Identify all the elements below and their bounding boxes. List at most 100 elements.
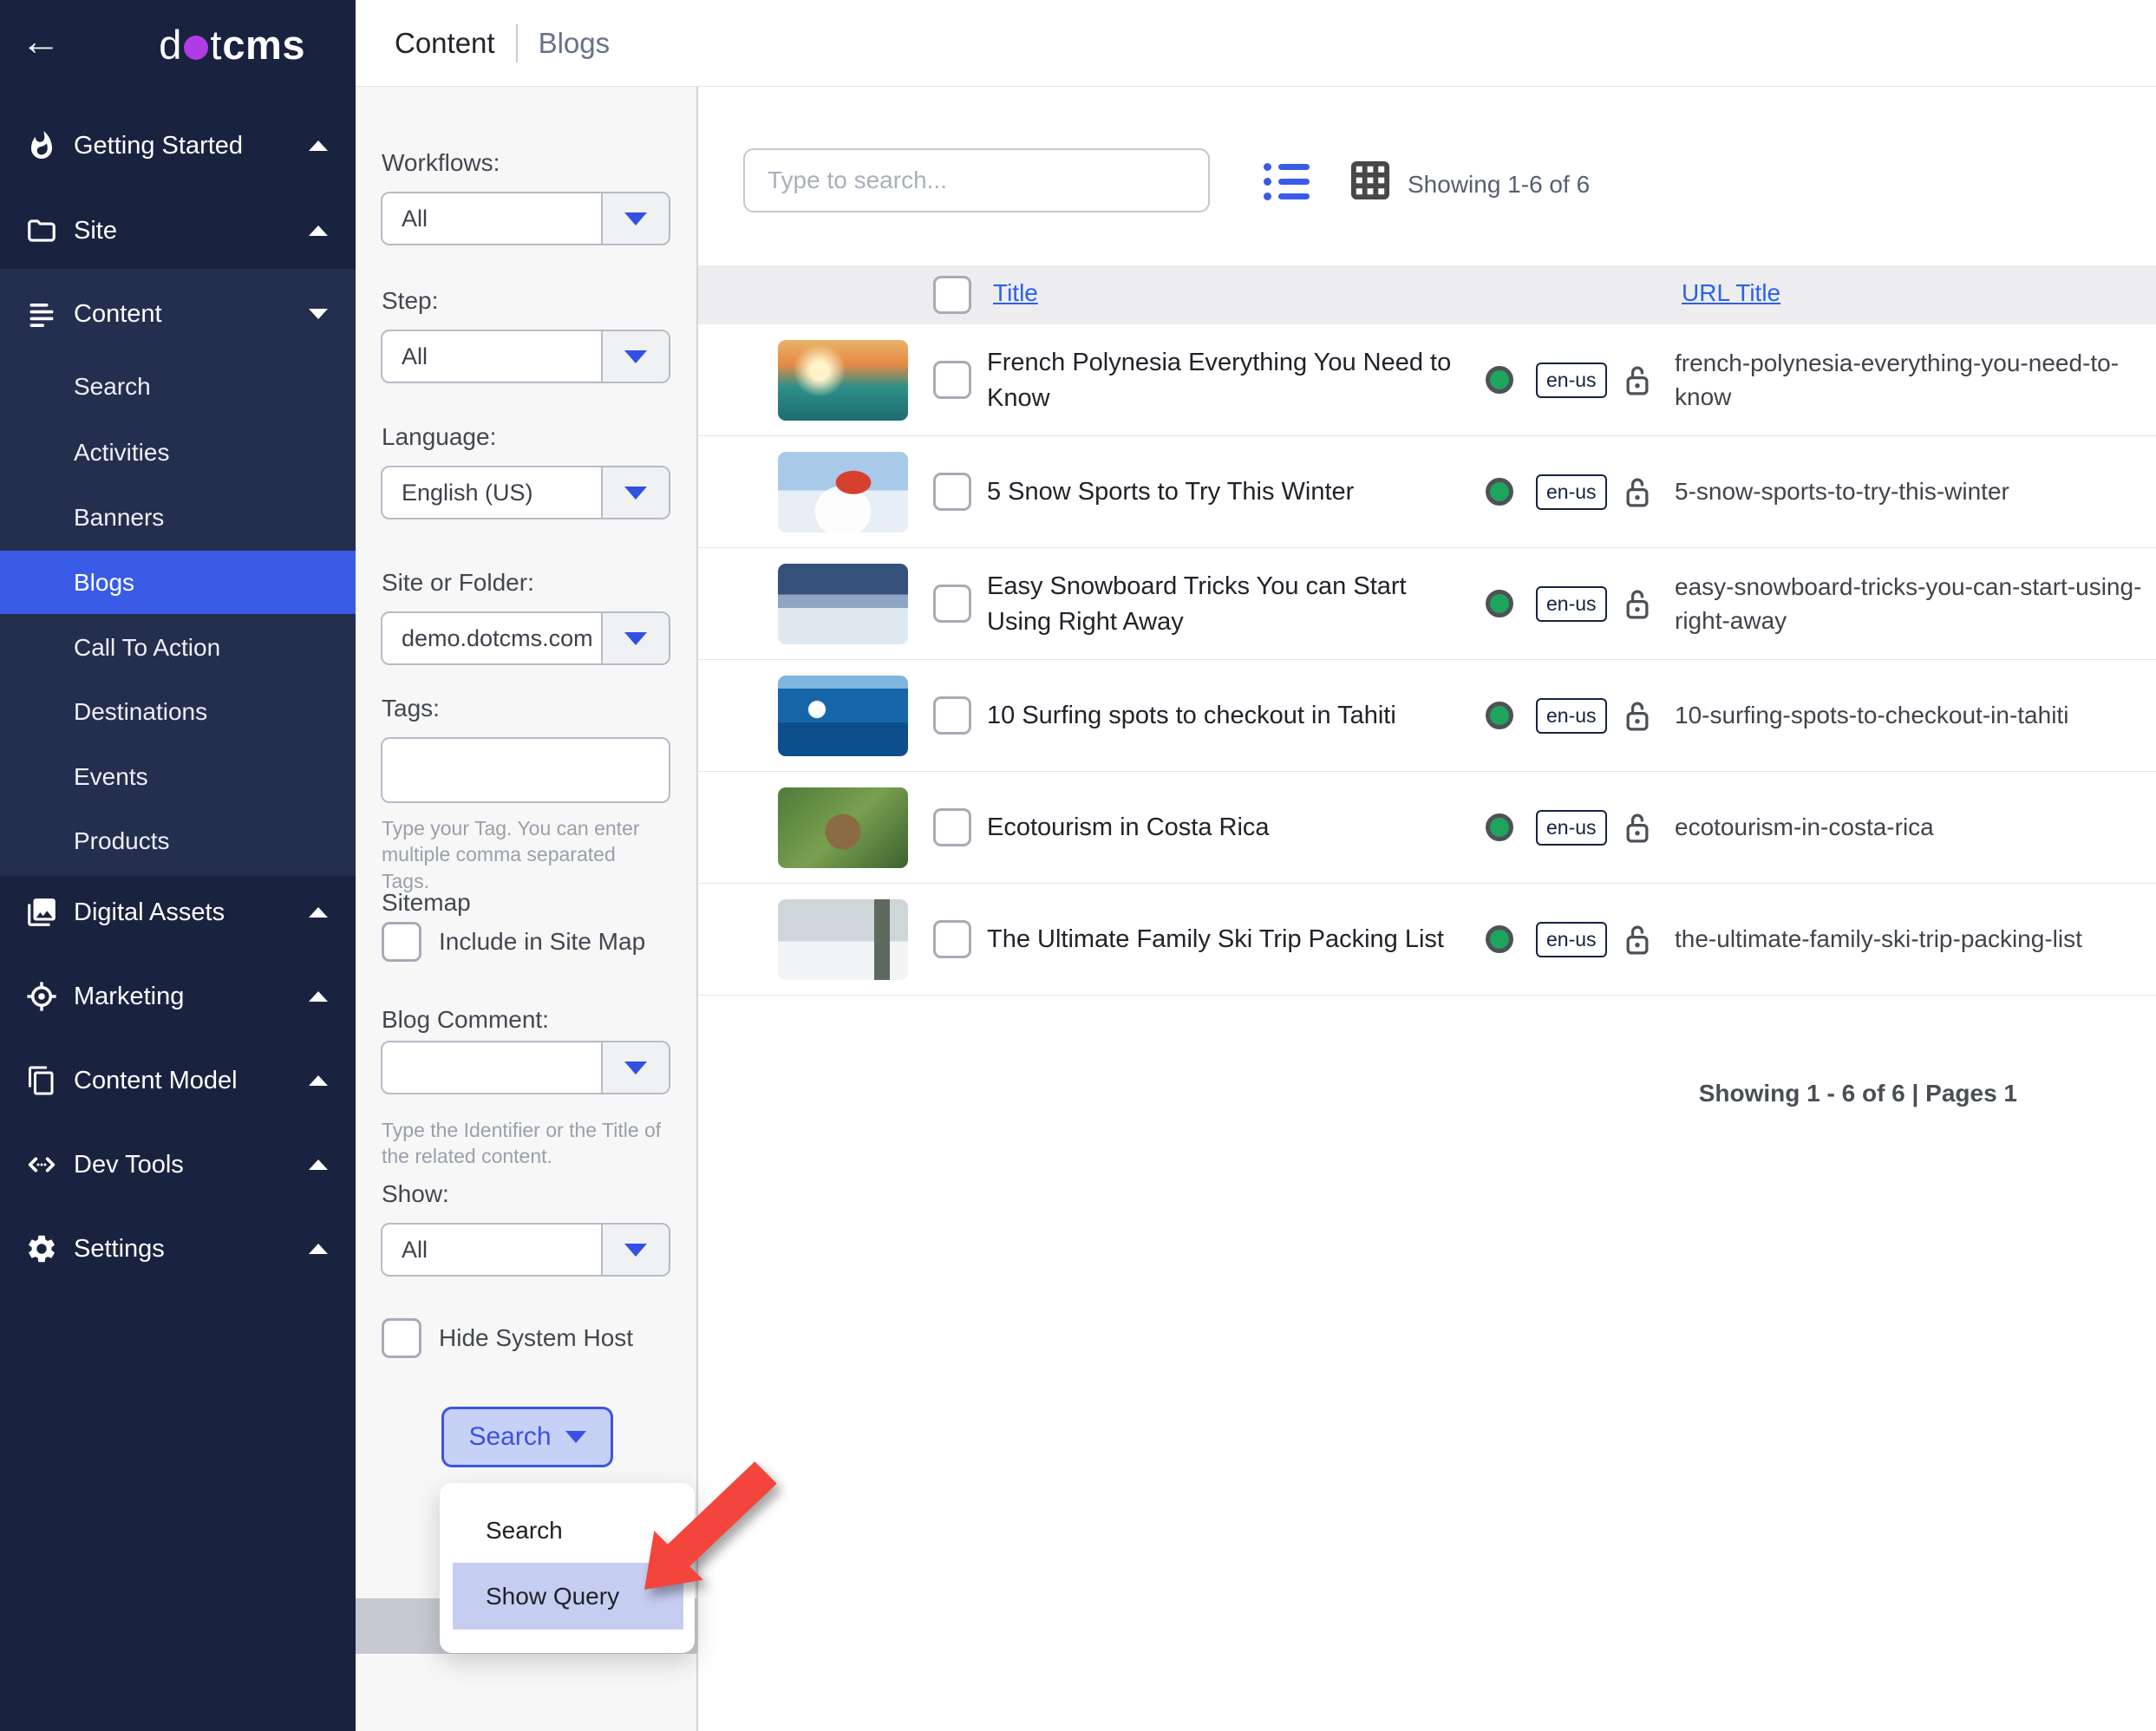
sidebar-item-settings[interactable]: Settings [0, 1224, 356, 1274]
search-input[interactable] [743, 148, 1210, 212]
sidebar-subitem-call-to-action[interactable]: Call To Action [0, 616, 356, 679]
row-checkbox[interactable] [933, 920, 971, 958]
step-select[interactable]: All [381, 330, 670, 383]
unlock-icon [1623, 476, 1652, 513]
row-checkbox[interactable] [933, 808, 971, 846]
table-row[interactable]: 5 Snow Sports to Try This Winter en-us 5… [698, 436, 2156, 548]
language-badge: en-us [1536, 922, 1607, 957]
chevron-up-icon [309, 1244, 328, 1254]
row-checkbox[interactable] [933, 473, 971, 511]
site-or-folder-select[interactable]: demo.dotcms.com [381, 611, 670, 665]
sidebar-subitem-events[interactable]: Events [0, 745, 356, 808]
sidebar-item-label: Content [74, 300, 162, 329]
column-header-url-title[interactable]: URL Title [1682, 279, 1780, 307]
sidebar-item-label: Getting Started [74, 132, 243, 160]
sidebar-item-label: Digital Assets [74, 898, 225, 927]
sidebar-subitem-activities[interactable]: Activities [0, 421, 356, 484]
blog-comment-help-text: Type the Identifier or the Title of the … [382, 1117, 668, 1170]
content-section: Content Search Activities Banners Blogs … [0, 269, 356, 876]
sidebar-header: ← d t cms [0, 0, 356, 87]
sidebar-subitem-products[interactable]: Products [0, 809, 356, 872]
table-row[interactable]: Ecotourism in Costa Rica en-us ecotouris… [698, 772, 2156, 884]
dropdown-button[interactable] [601, 193, 669, 244]
dropdown-button[interactable] [601, 331, 669, 382]
sidebar-subitem-search[interactable]: Search [0, 355, 356, 418]
site-or-folder-value: demo.dotcms.com [402, 613, 593, 663]
language-badge: en-us [1536, 698, 1607, 734]
table-row[interactable]: 10 Surfing spots to checkout in Tahiti e… [698, 660, 2156, 772]
search-split-button[interactable]: Search [441, 1407, 613, 1467]
sidebar-item-digital-assets[interactable]: Digital Assets [0, 887, 356, 937]
blog-thumbnail [778, 899, 908, 980]
sidebar-item-label: Marketing [74, 983, 184, 1011]
language-select[interactable]: English (US) [381, 466, 670, 519]
sidebar-item-dev-tools[interactable]: Dev Tools [0, 1140, 356, 1190]
list-view-icon[interactable] [1264, 163, 1310, 200]
blog-url-title: easy-snowboard-tricks-you-can-start-usin… [1675, 548, 2156, 660]
table-row[interactable]: The Ultimate Family Ski Trip Packing Lis… [698, 884, 2156, 996]
blog-url-title: french-polynesia-everything-you-need-to-… [1675, 324, 2156, 436]
pagination-summary: Showing 1 - 6 of 6 | Pages 1 [1699, 1080, 2017, 1107]
include-in-sitemap-label: Include in Site Map [439, 928, 645, 956]
published-status-dot [1486, 366, 1513, 394]
dropdown-button[interactable] [601, 467, 669, 518]
language-badge: en-us [1536, 474, 1607, 510]
chevron-up-icon [309, 1159, 328, 1170]
unlock-icon [1623, 924, 1652, 961]
unlock-icon [1623, 812, 1652, 849]
grid-view-icon[interactable] [1347, 156, 1394, 209]
sidebar-item-site[interactable]: Site [0, 206, 356, 256]
workflows-select[interactable]: All [381, 192, 670, 245]
chevron-down-icon [624, 212, 647, 225]
dropdown-button[interactable] [601, 613, 669, 663]
chevron-down-icon [624, 350, 647, 363]
sidebar-item-label: Settings [74, 1235, 165, 1264]
unlock-icon [1623, 700, 1652, 737]
tags-input[interactable] [381, 737, 670, 803]
content-results-area: Showing 1-6 of 6 Title URL Title French … [698, 87, 2156, 1731]
select-all-checkbox[interactable] [933, 276, 971, 314]
sidebar-item-marketing[interactable]: Marketing [0, 971, 356, 1022]
sitemap-label: Sitemap [382, 889, 471, 917]
blog-url-title: the-ultimate-family-ski-trip-packing-lis… [1675, 884, 2156, 996]
include-in-sitemap-checkbox[interactable] [382, 922, 421, 962]
sidebar-subitem-destinations[interactable]: Destinations [0, 680, 356, 743]
sidebar-item-label: Content Model [74, 1067, 238, 1095]
table-row[interactable]: French Polynesia Everything You Need to … [698, 324, 2156, 436]
chevron-down-icon [624, 1244, 647, 1257]
dropdown-button[interactable] [601, 1225, 669, 1275]
sidebar-item-content-model[interactable]: Content Model [0, 1055, 356, 1106]
workflows-label: Workflows: [382, 149, 500, 177]
show-label: Show: [382, 1180, 449, 1208]
blog-title: Ecotourism in Costa Rica [987, 772, 1455, 884]
row-checkbox[interactable] [933, 361, 971, 399]
breadcrumb: Content Blogs [356, 0, 2156, 87]
language-badge: en-us [1536, 586, 1607, 622]
table-row[interactable]: Easy Snowboard Tricks You can Start Usin… [698, 548, 2156, 660]
chevron-down-icon [309, 309, 328, 319]
logo-cms: cms [222, 21, 305, 69]
dotcms-logo: d t cms [159, 21, 305, 69]
back-arrow-icon[interactable]: ← [21, 21, 61, 61]
copy-pages-icon [24, 1063, 59, 1098]
show-select[interactable]: All [381, 1223, 670, 1277]
blog-comment-label: Blog Comment: [382, 1006, 549, 1034]
logo-letter-t: t [210, 21, 222, 69]
chevron-up-icon [309, 140, 328, 151]
row-checkbox[interactable] [933, 696, 971, 735]
sidebar-subitem-banners[interactable]: Banners [0, 486, 356, 549]
sidebar-item-getting-started[interactable]: Getting Started [0, 121, 356, 171]
sidebar-item-label: Dev Tools [74, 1151, 184, 1179]
chevron-up-icon [309, 991, 328, 1002]
hide-system-host-checkbox[interactable] [382, 1318, 421, 1358]
row-checkbox[interactable] [933, 585, 971, 623]
dropdown-button[interactable] [601, 1042, 669, 1093]
step-label: Step: [382, 287, 438, 315]
tags-help-text: Type your Tag. You can enter multiple co… [382, 815, 668, 894]
photo-library-icon [24, 895, 59, 930]
sidebar-item-content[interactable]: Content [0, 289, 356, 339]
column-header-title[interactable]: Title [993, 279, 1038, 307]
blog-comment-select[interactable] [381, 1041, 670, 1094]
page-title: Blogs [539, 27, 611, 60]
sidebar-subitem-blogs-active[interactable]: Blogs [0, 551, 356, 614]
